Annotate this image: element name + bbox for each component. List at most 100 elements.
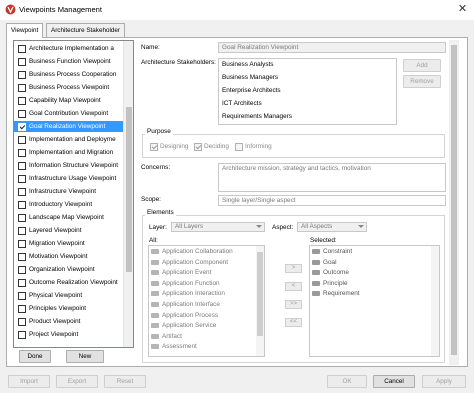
viewpoint-item[interactable]: Outcome Realization Viewpoint [14, 277, 124, 288]
remove-button[interactable]: Remove [403, 75, 441, 88]
export-button[interactable]: Export [56, 375, 98, 388]
cancel-button[interactable]: Cancel [373, 375, 415, 388]
new-button[interactable]: New [66, 350, 104, 363]
viewpoint-item[interactable]: Business Process Viewpoint [14, 82, 124, 93]
viewpoint-checkbox[interactable] [18, 227, 26, 235]
viewpoint-item[interactable]: Introductory Viewpoint [14, 199, 124, 210]
move-left-button[interactable]: < [285, 282, 302, 291]
viewpoint-item[interactable]: Landscape Map Viewpoint [14, 212, 124, 223]
viewpoint-checkbox[interactable] [18, 149, 26, 157]
viewpoint-checkbox[interactable] [18, 279, 26, 287]
purpose-checkbox[interactable] [150, 143, 158, 151]
form-scrollbar[interactable] [449, 40, 459, 365]
scope-field[interactable]: Single layer/Single aspect [218, 195, 446, 206]
import-button[interactable]: Import [8, 375, 50, 388]
element-type-icon [151, 280, 159, 286]
viewpoint-checkbox[interactable] [18, 84, 26, 92]
viewpoint-checkbox[interactable] [18, 71, 26, 79]
viewpoint-checkbox[interactable] [18, 123, 26, 131]
tab-viewpoint[interactable]: Viewpoint [6, 23, 44, 38]
element-item-label: Application Process [162, 311, 219, 319]
viewpoint-item[interactable]: Organization Viewpoint [14, 264, 124, 275]
viewpoint-item[interactable]: Infrastructure Viewpoint [14, 186, 124, 197]
viewpoint-item-label: Project Viewpoint [29, 331, 79, 338]
viewpoint-list[interactable]: Architecture Implementation a Business Fu… [13, 40, 134, 348]
move-all-right-button[interactable]: >> [285, 300, 302, 309]
viewpoint-checkbox[interactable] [18, 97, 26, 105]
element-type-icon [312, 259, 320, 265]
element-item-label: Constraint [323, 248, 353, 255]
viewpoint-item[interactable]: Business Function Viewpoint [14, 56, 124, 67]
viewpoint-item[interactable]: Goal Contribution Viewpoint [14, 108, 124, 119]
scrollbar-thumb[interactable] [257, 252, 263, 336]
stakeholder-item[interactable]: Requirements Managers [222, 111, 292, 123]
viewpoint-checkbox[interactable] [18, 45, 26, 53]
reset-button[interactable]: Reset [104, 375, 146, 388]
tab-architecture-stakeholder[interactable]: Architecture Stakeholder [46, 23, 125, 37]
viewpoint-item[interactable]: Architecture Implementation a [14, 43, 124, 54]
viewpoint-checkbox[interactable] [18, 188, 26, 196]
viewpoint-item[interactable]: Information Structure Viewpoint [14, 160, 124, 171]
purpose-option-label: Informing [245, 143, 272, 150]
layer-label: Layer: [149, 224, 167, 231]
viewpoint-item[interactable]: Motivation Viewpoint [14, 251, 124, 262]
move-all-left-button[interactable]: << [285, 318, 302, 327]
viewpoint-item[interactable]: Migration Viewpoint [14, 238, 124, 249]
all-list-scrollbar[interactable] [256, 246, 264, 356]
viewpoint-checkbox[interactable] [18, 201, 26, 209]
viewpoint-item[interactable]: Physical Viewpoint [14, 290, 124, 301]
layer-select[interactable]: All Layers [171, 222, 265, 232]
viewpoint-item[interactable]: Capability Map Viewpoint [14, 95, 124, 106]
viewpoint-checkbox[interactable] [18, 214, 26, 222]
viewpoint-item-label: Migration Viewpoint [29, 240, 85, 247]
stakeholder-item[interactable]: ICT Architects [222, 98, 262, 110]
viewpoint-checkbox[interactable] [18, 292, 26, 300]
viewpoint-checkbox[interactable] [18, 253, 26, 261]
aspect-select[interactable]: All Aspects [297, 222, 367, 232]
viewpoint-item[interactable]: Project Viewpoint [14, 329, 124, 340]
viewpoint-item-label: Architecture Implementation a [29, 45, 114, 52]
viewpoint-item[interactable]: Business Process Cooperation [14, 69, 124, 80]
viewpoint-list-scrollbar[interactable] [123, 41, 133, 347]
all-elements-list[interactable]: Application Collaboration Application Com… [148, 245, 265, 357]
done-button[interactable]: Done [19, 350, 51, 363]
viewpoint-item[interactable]: Layered Viewpoint [14, 225, 124, 236]
purpose-checkbox[interactable] [194, 143, 202, 151]
viewpoint-checkbox[interactable] [18, 240, 26, 248]
viewpoint-item[interactable]: Implementation and Migration [14, 147, 124, 158]
ok-button[interactable]: OK [327, 375, 367, 388]
move-right-button[interactable]: > [285, 264, 302, 273]
add-button[interactable]: Add [403, 59, 441, 72]
selected-list-scrollbar[interactable] [431, 246, 439, 356]
apply-button[interactable]: Apply [422, 375, 466, 388]
viewpoint-item[interactable]: Goal Realization Viewpoint [14, 121, 124, 132]
purpose-checkbox[interactable] [235, 143, 243, 151]
viewpoint-checkbox[interactable] [18, 266, 26, 274]
element-type-icon [151, 344, 159, 350]
stakeholder-item[interactable]: Business Managers [222, 72, 278, 84]
scrollbar-thumb[interactable] [126, 107, 132, 272]
viewpoint-item[interactable]: Principles Viewpoint [14, 303, 124, 314]
viewpoint-checkbox[interactable] [18, 110, 26, 118]
viewpoint-item[interactable]: Infrastructure Usage Viewpoint [14, 173, 124, 184]
viewpoint-item-label: Organization Viewpoint [29, 266, 95, 273]
viewpoint-checkbox[interactable] [18, 318, 26, 326]
viewpoint-item-label: Introductory Viewpoint [29, 201, 93, 208]
viewpoint-checkbox[interactable] [18, 136, 26, 144]
viewpoint-checkbox[interactable] [18, 331, 26, 339]
scrollbar-thumb[interactable] [451, 45, 457, 355]
name-field[interactable]: Goal Realization Viewpoint [218, 42, 446, 53]
viewpoint-checkbox[interactable] [18, 175, 26, 183]
concerns-field[interactable]: Architecture mission, strategy and tacti… [218, 163, 446, 192]
viewpoint-item[interactable]: Implementation and Deployme [14, 134, 124, 145]
viewpoint-checkbox[interactable] [18, 305, 26, 313]
selected-elements-list[interactable]: Constraint Goal Outcome Principle Requiremen… [309, 245, 440, 357]
viewpoint-checkbox[interactable] [18, 162, 26, 170]
viewpoint-checkbox[interactable] [18, 58, 26, 66]
close-icon[interactable]: ✕ [456, 3, 469, 16]
stakeholders-list[interactable]: Business Analysts Business Managers Enterp… [218, 58, 397, 125]
stakeholder-item[interactable]: Enterprise Architects [222, 85, 281, 97]
concerns-label: Concerns: [141, 164, 171, 171]
stakeholder-item[interactable]: Business Analysts [222, 59, 274, 71]
viewpoint-item[interactable]: Product Viewpoint [14, 316, 124, 327]
